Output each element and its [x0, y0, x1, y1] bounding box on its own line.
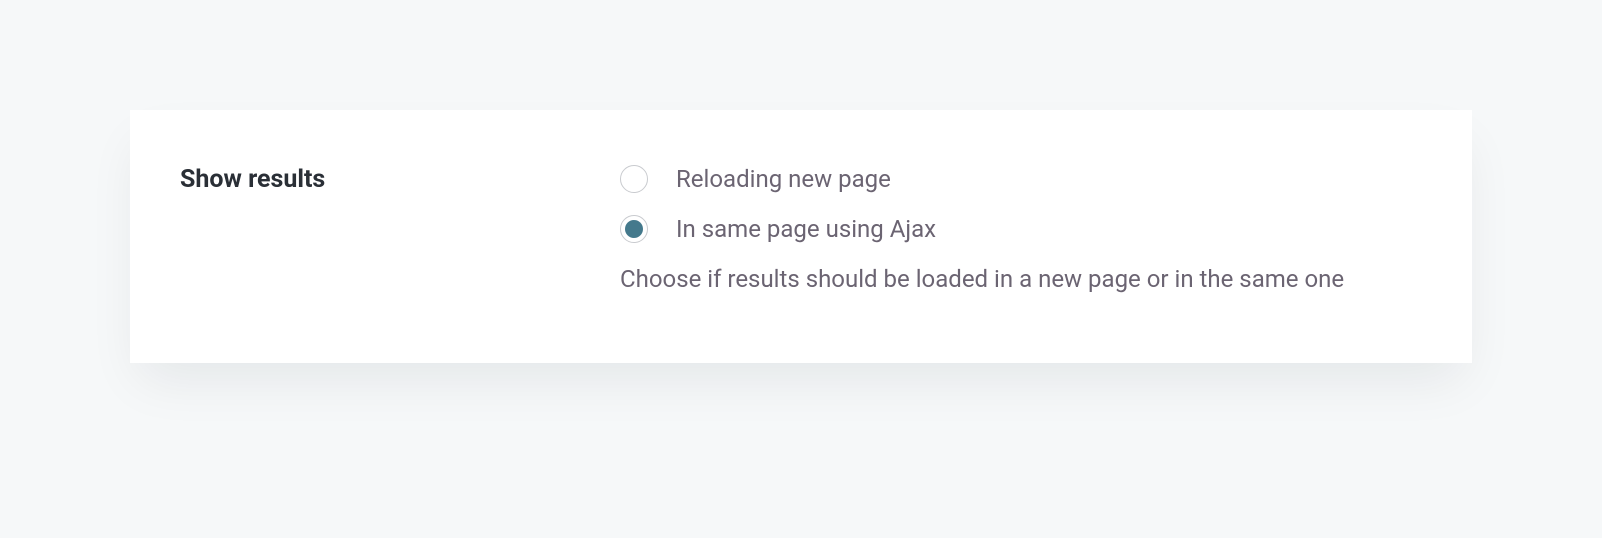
- setting-label-column: Show results: [180, 165, 620, 194]
- radio-icon: [620, 165, 648, 193]
- radio-label: In same page using Ajax: [676, 215, 936, 243]
- settings-card: Show results Reloading new page In same …: [130, 110, 1472, 363]
- setting-help-text: Choose if results should be loaded in a …: [620, 265, 1422, 293]
- radio-option-ajax[interactable]: In same page using Ajax: [620, 215, 1422, 243]
- setting-control-column: Reloading new page In same page using Aj…: [620, 165, 1422, 293]
- radio-option-reload[interactable]: Reloading new page: [620, 165, 1422, 193]
- radio-label: Reloading new page: [676, 165, 891, 193]
- radio-icon: [620, 215, 648, 243]
- setting-title: Show results: [180, 165, 620, 194]
